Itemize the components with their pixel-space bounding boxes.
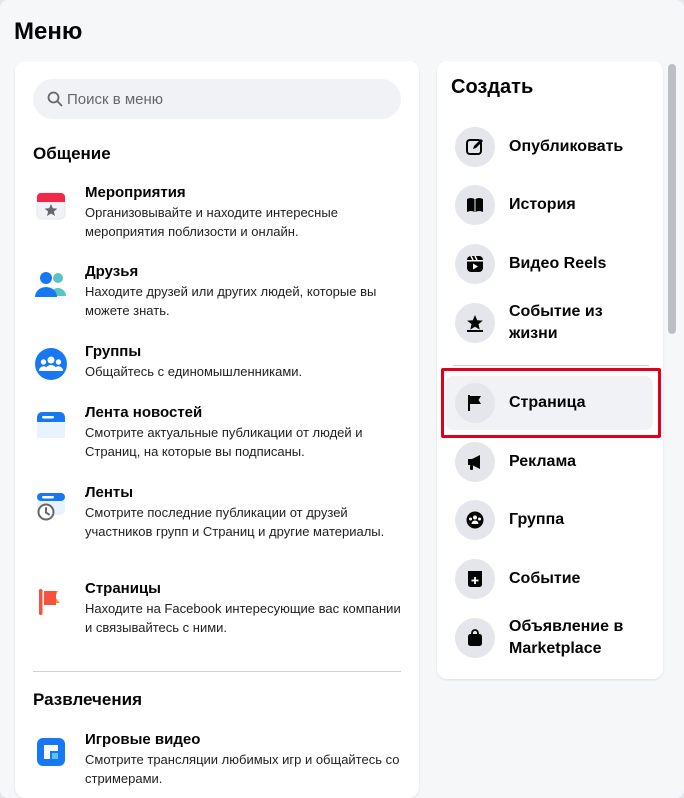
feeds-clock-icon	[37, 493, 65, 521]
menu-list-card: Общение Мероприятия Организовывайте и на…	[15, 61, 419, 798]
create-item-group[interactable]: Группа	[445, 493, 653, 547]
calendar-star-icon	[36, 192, 66, 220]
menu-item-news-feed[interactable]: Лента новостей Смотрите актуальные публи…	[33, 403, 403, 461]
section-title-entertainment: Развлечения	[33, 690, 143, 709]
reels-icon	[455, 244, 495, 284]
menu-item-desc: Находите друзей или других людей, которы…	[85, 284, 377, 318]
gaming-video-icon	[37, 738, 65, 766]
menu-item-feeds[interactable]: Ленты Смотрите последние публикации от д…	[33, 483, 403, 541]
search-input[interactable]	[67, 90, 367, 108]
create-item-ad[interactable]: Реклама	[445, 435, 653, 489]
section-title-communication: Общение	[33, 144, 111, 163]
menu-item-pages[interactable]: Страницы Находите на Facebook интересующ…	[33, 579, 403, 637]
create-item-label: Событие	[509, 570, 581, 587]
create-item-story[interactable]: История	[445, 178, 653, 232]
menu-item-events[interactable]: Мероприятия Организовывайте и находите и…	[33, 183, 403, 241]
friends-icon	[35, 272, 66, 297]
create-item-label: Видео Reels	[509, 255, 607, 272]
menu-panel: Меню Общение Мероприятия Организовывайте…	[0, 0, 684, 798]
groups-icon	[35, 348, 67, 380]
menu-item-desc: Организовывайте и находите интересные ме…	[85, 205, 338, 239]
shopping-bag-icon	[455, 618, 495, 658]
menu-item-name: Мероприятия	[85, 184, 186, 201]
section-divider	[33, 671, 401, 672]
create-item-label: Объявление в Marketplace	[509, 618, 624, 657]
book-icon	[455, 185, 495, 225]
menu-item-desc: Находите на Facebook интересующие вас ко…	[85, 601, 401, 635]
menu-item-groups[interactable]: Группы Общайтесь с единомышленниками.	[33, 342, 403, 382]
menu-item-friends[interactable]: Друзья Находите друзей или других людей,…	[33, 262, 403, 320]
create-title: Создать	[451, 76, 534, 98]
create-item-reels[interactable]: Видео Reels	[445, 237, 653, 291]
create-item-label: Группа	[509, 511, 565, 528]
pages-flag-icon	[39, 589, 60, 615]
menu-title: Меню	[14, 18, 83, 45]
menu-item-name: Ленты	[85, 484, 134, 501]
create-item-post[interactable]: Опубликовать	[445, 120, 653, 174]
highlight-box	[441, 368, 661, 438]
create-item-label: История	[509, 196, 576, 213]
create-item-life-event[interactable]: Событие из жизни	[445, 295, 653, 351]
search-icon	[47, 91, 63, 107]
create-divider	[453, 365, 649, 366]
menu-item-desc: Общайтесь с единомышленниками.	[85, 364, 303, 379]
life-event-star-icon	[455, 303, 495, 343]
menu-item-desc: Смотрите последние публикации от друзей …	[85, 505, 385, 539]
menu-item-name: Страницы	[85, 580, 161, 597]
event-plus-icon	[455, 559, 495, 599]
compose-icon	[455, 127, 495, 167]
create-item-label: Событие из жизни	[509, 303, 603, 342]
group-icon	[455, 500, 495, 540]
menu-item-desc: Смотрите трансляции любимых игр и общайт…	[85, 752, 400, 786]
menu-search[interactable]	[33, 79, 401, 119]
create-item-marketplace[interactable]: Объявление в Marketplace	[445, 610, 653, 666]
menu-item-name: Группы	[85, 343, 142, 360]
create-item-label: Опубликовать	[509, 138, 624, 155]
create-item-event[interactable]: Событие	[445, 552, 653, 606]
create-item-label: Реклама	[509, 453, 576, 470]
menu-item-gaming-video[interactable]: Игровые видео Смотрите трансляции любимы…	[33, 730, 403, 788]
megaphone-icon	[455, 442, 495, 482]
menu-item-desc: Смотрите актуальные публикации от людей …	[85, 425, 363, 459]
scrollbar[interactable]	[668, 64, 676, 334]
menu-item-name: Лента новостей	[85, 404, 203, 421]
news-feed-icon	[37, 412, 65, 438]
menu-item-name: Друзья	[85, 263, 139, 280]
menu-item-name: Игровые видео	[85, 731, 201, 748]
